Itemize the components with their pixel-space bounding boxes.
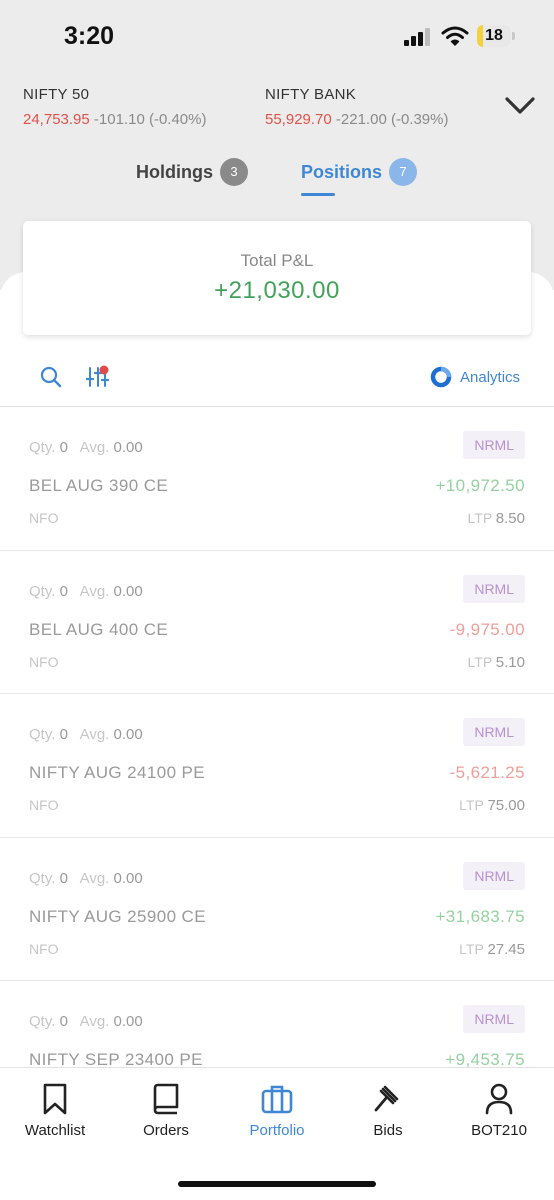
index-nifty-bank[interactable]: NIFTY BANK 55,929.70 -221.00 (-0.39%) <box>265 86 448 128</box>
analytics-label: Analytics <box>460 368 521 386</box>
ltp-value: LTP 75.00 <box>459 797 525 814</box>
product-tag: NRML <box>463 574 525 603</box>
exchange-label: NFO <box>29 797 59 813</box>
position-pnl: +31,683.75 <box>435 906 525 926</box>
instrument-symbol: BEL AUG 390 CE <box>29 476 169 495</box>
analytics-logo-icon <box>430 366 452 388</box>
index-name: NIFTY BANK <box>265 86 357 103</box>
exchange-label: NFO <box>29 940 59 957</box>
total-pnl-card: Total P&L +21,030.00 <box>23 221 531 335</box>
ltp-value: LTP 5.10 <box>467 653 525 671</box>
user-icon <box>485 1083 513 1115</box>
index-change: -101.10 (-0.40%) <box>93 111 207 128</box>
tab-count-badge: 3 <box>220 158 248 186</box>
index-nifty-50[interactable]: NIFTY 50 24,753.95 -101.10 (-0.40%) <box>23 86 206 128</box>
qty-avg: Qty. 0 Avg. 0.00 <box>29 726 143 743</box>
instrument-symbol: NIFTY AUG 25900 CE <box>29 906 206 926</box>
cellular-signal-icon <box>404 28 432 46</box>
nav-watchlist[interactable]: Watchlist <box>0 1082 110 1139</box>
analytics-button[interactable]: Analytics <box>430 366 520 388</box>
search-icon[interactable] <box>40 366 62 388</box>
total-pnl-value: +21,030.00 <box>214 277 340 304</box>
briefcase-icon <box>261 1085 293 1114</box>
qty-avg: Qty. 0 Avg. 0.00 <box>29 582 143 600</box>
tab-count-badge: 7 <box>389 158 418 186</box>
nav-label: BOT210 <box>471 1122 527 1139</box>
instrument-symbol: BEL AUG 400 CE <box>29 619 169 639</box>
product-tag: NRML <box>463 718 525 746</box>
tab-label: Holdings <box>136 161 213 182</box>
battery-icon: 18 <box>477 25 515 47</box>
instrument-symbol: NIFTY SEP 23400 PE <box>29 1050 203 1067</box>
nav-bids[interactable]: Bids <box>333 1082 443 1139</box>
position-row[interactable]: Qty. 0 Avg. 0.00 NRML NIFTY AUG 24100 PE… <box>0 694 554 838</box>
index-name: NIFTY 50 <box>23 86 90 103</box>
battery-percent: 18 <box>485 27 503 44</box>
tab-positions[interactable]: Positions 7 <box>301 158 418 186</box>
index-price: 55,929.70 <box>265 111 332 128</box>
filter-icon[interactable] <box>86 365 110 389</box>
nav-profile[interactable]: BOT210 <box>444 1082 554 1139</box>
position-pnl: +9,453.75 <box>445 1050 525 1067</box>
status-time: 3:20 <box>64 22 115 50</box>
nav-label: Portfolio <box>249 1122 305 1139</box>
qty-avg: Qty. 0 Avg. 0.00 <box>29 439 143 456</box>
home-indicator[interactable] <box>178 1181 376 1187</box>
tab-holdings[interactable]: Holdings 3 <box>136 158 248 186</box>
index-change: -221.00 (-0.39%) <box>335 111 449 128</box>
position-row[interactable]: Qty. 0 Avg. 0.00 NRML NIFTY SEP 23400 PE… <box>0 981 554 1067</box>
product-tag: NRML <box>463 1005 525 1033</box>
positions-list[interactable]: Qty. 0 Avg. 0.00 NRML BEL AUG 390 CE +10… <box>0 407 554 1067</box>
nav-orders[interactable]: Orders <box>111 1082 221 1139</box>
position-row[interactable]: Qty. 0 Avg. 0.00 NRML BEL AUG 400 CE -9,… <box>0 551 554 694</box>
qty-avg: Qty. 0 Avg. 0.00 <box>29 869 143 887</box>
tab-label: Positions <box>301 161 383 182</box>
ltp-value: LTP 8.50 <box>467 510 525 527</box>
gavel-icon <box>374 1085 399 1112</box>
index-price: 24,753.95 <box>23 111 90 128</box>
ltp-value: LTP 27.45 <box>459 940 525 958</box>
total-pnl-label: Total P&L <box>240 251 314 270</box>
active-tab-indicator <box>301 193 335 196</box>
nav-label: Bids <box>373 1122 403 1139</box>
qty-avg: Qty. 0 Avg. 0.00 <box>29 1013 143 1030</box>
position-pnl: -5,621.25 <box>449 763 525 782</box>
bookmark-icon <box>43 1083 67 1115</box>
instrument-symbol: NIFTY AUG 24100 PE <box>29 763 206 782</box>
product-tag: NRML <box>463 861 525 890</box>
position-pnl: +10,972.50 <box>435 476 525 495</box>
book-icon <box>153 1083 179 1115</box>
nav-portfolio[interactable]: Portfolio <box>222 1082 332 1139</box>
position-row[interactable]: Qty. 0 Avg. 0.00 NRML NIFTY AUG 25900 CE… <box>0 838 554 981</box>
position-pnl: -9,975.00 <box>449 619 525 639</box>
chevron-down-icon[interactable] <box>504 94 536 118</box>
wifi-icon <box>441 26 469 46</box>
product-tag: NRML <box>463 431 525 459</box>
nav-label: Orders <box>143 1122 189 1139</box>
position-row[interactable]: Qty. 0 Avg. 0.00 NRML BEL AUG 390 CE +10… <box>0 407 554 551</box>
exchange-label: NFO <box>29 510 59 526</box>
nav-label: Watchlist <box>24 1122 86 1139</box>
exchange-label: NFO <box>29 653 59 670</box>
